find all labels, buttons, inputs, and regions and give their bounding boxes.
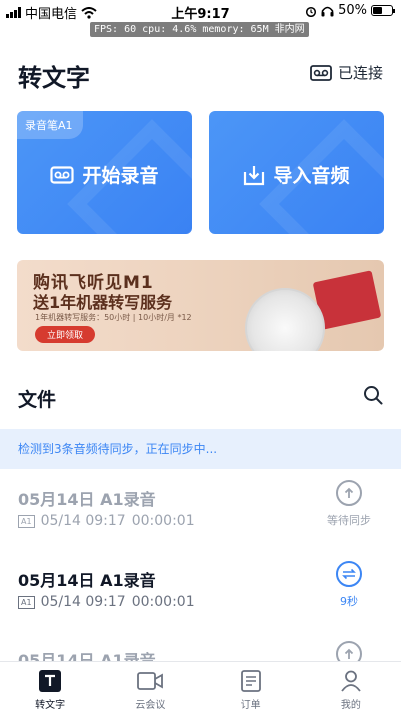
tab-transcribe[interactable]: 转文字 [0,662,100,714]
sync-status-label: 等待同步 [327,514,371,527]
tab-orders[interactable]: 订单 [201,662,301,714]
battery-label: 50% [338,3,367,18]
sync-status[interactable]: 9秒 [319,561,379,609]
search-icon [364,386,383,405]
connection-label: 已连接 [337,64,383,82]
promo-banner[interactable]: 购讯飞听见M1 送1年机器转写服务 1年机器转写服务：50小时 | 10小时/月… [17,260,384,351]
banner-subtitle: 送1年机器转写服务 [33,293,173,312]
tab-label: 订单 [240,700,261,711]
start-recording-button[interactable]: 开始录音 [17,161,192,188]
sync-notice: 检测到3条音频待同步，正在同步中... [0,429,401,469]
file-duration: 00:00:01 [131,594,195,610]
perf-overlay: FPS: 60 cpu: 4.6% memory: 65M 非内网 [90,22,309,37]
import-audio-card[interactable]: 导入音频 [209,111,384,234]
video-camera-icon [137,672,164,690]
person-icon [341,670,361,692]
start-recording-card[interactable]: 录音笔A1 开始录音 [17,111,192,234]
import-audio-label: 导入音频 [273,165,350,187]
file-row[interactable]: 05月14日 A1录音 A1 05/14 09:17 00:00:01 等待同步 [0,480,401,561]
file-meta: A1 05/14 09:17 00:00:01 [18,594,195,610]
device-tag: 录音笔A1 [17,111,83,139]
battery-fill [373,7,382,14]
battery-icon [371,5,395,16]
file-row[interactable]: 05月14日 A1录音 A1 05/14 09:17 00:00:01 9秒 [0,561,401,642]
banner-note: 1年机器转写服务：50小时 | 10小时/月 *12 [35,313,192,322]
tab-bar: 转文字 云会议 订单 我的 [0,661,401,714]
import-audio-button[interactable]: 导入音频 [209,161,384,188]
tab-label: 转文字 [35,700,66,711]
status-bar: 中国电信 上午9:17 50% [0,0,401,22]
start-recording-label: 开始录音 [82,165,159,187]
sync-status[interactable]: 等待同步 [319,480,379,528]
search-button[interactable] [363,385,383,409]
connection-status[interactable]: 已连接 [310,62,383,83]
banner-device-image [245,288,325,351]
tab-label: 云会议 [135,700,166,711]
file-duration: 00:00:01 [131,513,195,529]
status-right: 50% [305,3,395,18]
recorder-icon [50,165,75,184]
banner-claim-button[interactable]: 立即领取 [35,326,96,343]
headphones-icon [321,6,334,16]
file-datetime: 05/14 09:17 [40,513,126,529]
page-title: 转文字 [18,64,90,92]
recorder-icon [310,64,332,81]
tab-cloud-meeting[interactable]: 云会议 [100,662,200,714]
upload-icon [336,480,362,506]
tab-me[interactable]: 我的 [301,662,401,714]
alarm-icon [306,6,317,17]
syncing-icon [336,561,362,587]
file-name: 05月14日 A1录音 [18,571,156,590]
device-badge: A1 [18,514,35,528]
file-name: 05月14日 A1录音 [18,490,156,509]
device-badge: A1 [18,595,35,609]
sync-status-label: 9秒 [340,595,358,608]
download-icon [244,165,265,185]
text-icon [39,670,62,692]
file-datetime: 05/14 09:17 [40,594,126,610]
files-title: 文件 [18,389,57,411]
order-list-icon [240,670,261,692]
file-meta: A1 05/14 09:17 00:00:01 [18,513,195,529]
tab-label: 我的 [340,700,361,711]
